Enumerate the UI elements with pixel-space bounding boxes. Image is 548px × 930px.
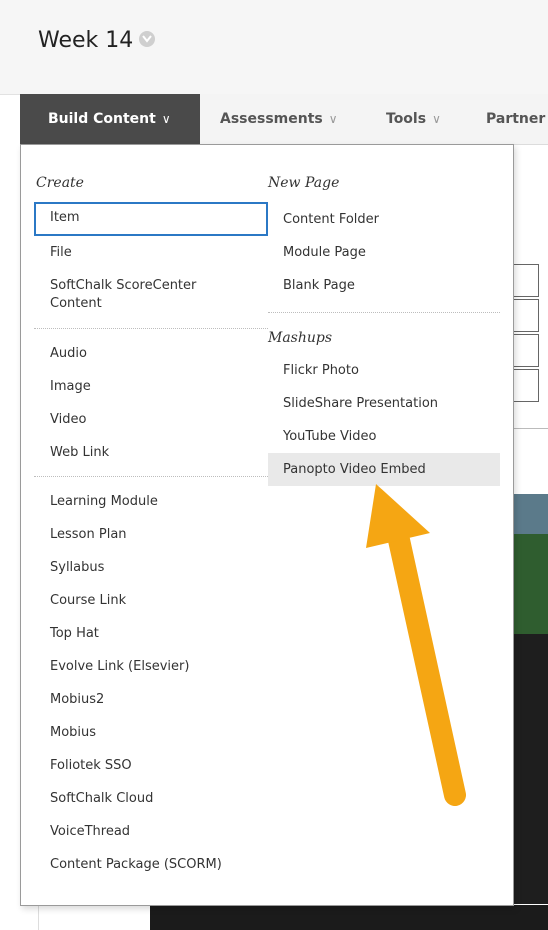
divider [268, 312, 500, 313]
tools-button[interactable]: Tools ∨ [386, 94, 441, 144]
menu-item-content-folder[interactable]: Content Folder [283, 211, 379, 229]
menu-item-voicethread[interactable]: VoiceThread [50, 823, 130, 841]
chevron-down-icon: ∨ [328, 112, 338, 126]
menu-item-youtube-video[interactable]: YouTube Video [283, 428, 376, 446]
menu-item-panopto-video-embed[interactable]: Panopto Video Embed [283, 461, 426, 479]
background-media-strip [150, 905, 548, 930]
menu-item-item[interactable]: Item [50, 209, 80, 227]
menu-item-softchalk-scorecenter[interactable]: SoftChalk ScoreCenter [50, 277, 196, 295]
chevron-down-icon[interactable] [139, 31, 156, 47]
build-content-menu: Create Item File SoftChalk ScoreCenter C… [20, 144, 514, 906]
build-content-button[interactable]: Build Content ∨ [20, 94, 200, 144]
create-heading: Create [36, 175, 84, 191]
menu-item-syllabus[interactable]: Syllabus [50, 559, 104, 577]
partner-button[interactable]: Partner [486, 94, 545, 144]
menu-item-top-hat[interactable]: Top Hat [50, 625, 99, 643]
assessments-button[interactable]: Assessments ∨ [220, 94, 338, 144]
menu-item-foliotek-sso[interactable]: Foliotek SSO [50, 757, 132, 775]
menu-item-audio[interactable]: Audio [50, 345, 87, 363]
menu-item-image[interactable]: Image [50, 378, 91, 396]
menu-item-mobius[interactable]: Mobius [50, 724, 96, 742]
divider [34, 328, 268, 329]
menu-item-blank-page[interactable]: Blank Page [283, 277, 355, 295]
menu-item-learning-module[interactable]: Learning Module [50, 493, 158, 511]
build-content-label: Build Content [48, 111, 156, 127]
menu-item-mobius2[interactable]: Mobius2 [50, 691, 104, 709]
new-page-heading: New Page [268, 175, 340, 191]
menu-item-course-link[interactable]: Course Link [50, 592, 126, 610]
chevron-down-icon: ∨ [432, 112, 441, 126]
divider [513, 428, 548, 429]
menu-item-softchalk-scorecenter-line2[interactable]: Content [50, 295, 102, 313]
tools-label: Tools [386, 111, 427, 127]
mashups-heading: Mashups [268, 330, 333, 346]
menu-item-slideshare-presentation[interactable]: SlideShare Presentation [283, 395, 438, 413]
background-table [513, 264, 539, 404]
chevron-down-icon: ∨ [161, 112, 171, 126]
menu-item-file[interactable]: File [50, 244, 72, 262]
menu-item-module-page[interactable]: Module Page [283, 244, 366, 262]
menu-item-evolve-link[interactable]: Evolve Link (Elsevier) [50, 658, 189, 676]
page-title-text: Week 14 [38, 28, 134, 53]
background-video-thumbnail [513, 494, 548, 904]
menu-item-lesson-plan[interactable]: Lesson Plan [50, 526, 127, 544]
page-header: Week 14 [0, 0, 548, 95]
partner-label: Partner [486, 111, 546, 127]
menu-item-softchalk-cloud[interactable]: SoftChalk Cloud [50, 790, 153, 808]
menu-item-content-package-scorm[interactable]: Content Package (SCORM) [50, 856, 222, 874]
content-toolbar: Build Content ∨ Assessments ∨ Tools ∨ Partn… [20, 94, 548, 145]
menu-item-web-link[interactable]: Web Link [50, 444, 109, 462]
divider [34, 476, 268, 477]
menu-item-flickr-photo[interactable]: Flickr Photo [283, 362, 359, 380]
page-title[interactable]: Week 14 [38, 28, 156, 53]
assessments-label: Assessments [220, 111, 323, 127]
menu-item-video[interactable]: Video [50, 411, 86, 429]
